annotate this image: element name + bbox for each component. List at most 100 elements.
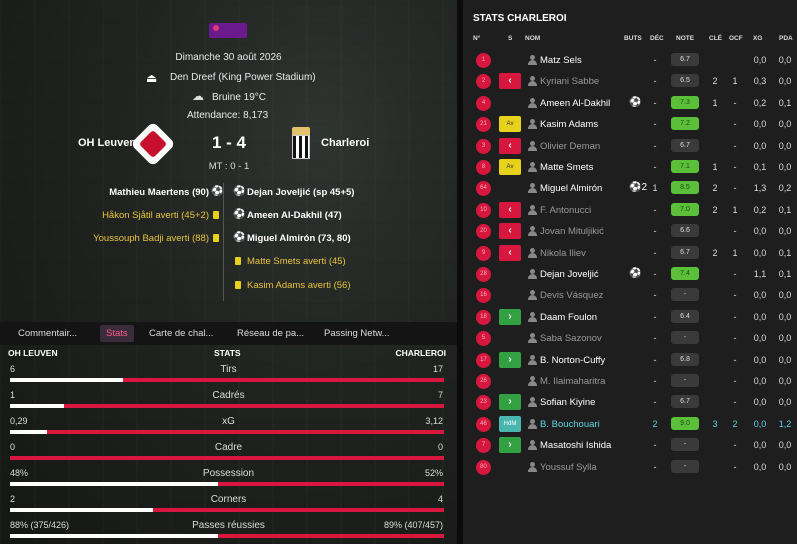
player-row[interactable]: 3 ‹ Olivier Deman - 6.7 - 0,0 0,0	[470, 136, 797, 157]
player-row[interactable]: 23 › Sofian Kiyine - 6.7 - 0,0 0,0	[470, 392, 797, 413]
stat-ocf: -	[733, 397, 737, 408]
tab-stats[interactable]: Stats	[100, 325, 134, 342]
stat-key: 2	[712, 183, 718, 194]
tab-heatmap[interactable]: Carte de chal...	[149, 328, 213, 339]
tab-passing-network-en[interactable]: Passing Netw...	[324, 328, 389, 339]
player-row[interactable]: 8 Av Matte Smets - 7.1 1 - 0,1 0,0	[470, 157, 797, 178]
tab-commentary[interactable]: Commentair...	[18, 328, 77, 339]
player-row[interactable]: 18 › Daam Foulon - 6.4 - 0,0 0,0	[470, 307, 797, 328]
col-pda[interactable]: PDA	[779, 35, 793, 42]
col-number[interactable]: N°	[473, 35, 480, 42]
player-row[interactable]: 28 Dejan Joveljić ⚽ - 7.4 - 1,1 0,1	[470, 264, 797, 285]
player-name[interactable]: Youssuf Sylla	[540, 462, 597, 473]
person-icon	[528, 376, 537, 386]
player-rating: 6.6	[671, 224, 699, 238]
player-name[interactable]: Matz Sels	[540, 55, 582, 66]
player-name[interactable]: Olivier Deman	[540, 141, 600, 152]
player-row[interactable]: 5 Saba Sazonov - - - 0,0 0,0	[470, 328, 797, 349]
player-name[interactable]: B. Bouchouari	[540, 419, 600, 430]
shirt-number: 2	[476, 74, 491, 90]
player-row[interactable]: 7 › Masatoshi Ishida - - - 0,0 0,0	[470, 435, 797, 456]
stat-pda: 0,0	[778, 397, 792, 408]
col-ocf[interactable]: OCF	[729, 35, 743, 42]
stat-label: Corners	[210, 494, 247, 505]
col-key[interactable]: CLÉ	[709, 35, 722, 42]
player-row[interactable]: 9 ‹ Nikola Iliev - 6.7 2 1 0,0 0,1	[470, 243, 797, 264]
stat-dec: -	[653, 333, 657, 344]
player-rating: 6.4	[671, 309, 699, 323]
player-row[interactable]: 16 Devis Vásquez - - - 0,0 0,0	[470, 285, 797, 306]
stat-away-value: 4	[437, 494, 443, 504]
stat-ocf: -	[733, 140, 737, 151]
player-row[interactable]: 21 Av Kasim Adams - 7.2 - 0,0 0,0	[470, 114, 797, 135]
player-name[interactable]: Jovan Mitulјikić	[540, 226, 604, 237]
goal-ball-icon: ⚽	[629, 96, 642, 108]
player-name[interactable]: B. Norton-Cuffy	[540, 355, 605, 366]
stat-dec: -	[653, 290, 657, 301]
player-row[interactable]: 10 ‹ F. Antonucci - 7.0 2 1 0,2 0,1	[470, 200, 797, 221]
player-row[interactable]: 80 Youssuf Sylla - - - 0,0 0,0	[470, 457, 797, 478]
stat-pda: 0,0	[778, 311, 792, 322]
player-name[interactable]: Saba Sazonov	[540, 333, 602, 344]
col-decisive[interactable]: DÉC	[650, 35, 664, 42]
stat-xg: 0,0	[753, 140, 767, 151]
home-team-crest[interactable]	[130, 121, 176, 167]
stat-xg: 0,2	[753, 204, 767, 215]
col-rating[interactable]: NOTE	[676, 35, 694, 42]
col-status[interactable]: S	[508, 35, 512, 42]
stat-bar-home-fill	[10, 430, 47, 434]
player-row[interactable]: 17 › B. Norton-Cuffy - 6.8 - 0,0 0,0	[470, 350, 797, 371]
away-team-name[interactable]: Charleroi	[321, 137, 369, 149]
shirt-number: 17	[476, 352, 491, 368]
player-name[interactable]: Masatoshi Ishida	[540, 440, 611, 451]
player-row[interactable]: 1 Matz Sels - 6.7 0,0 0,0	[470, 50, 797, 71]
stat-pda: 0,0	[778, 162, 792, 172]
col-goals[interactable]: BUTS	[624, 35, 642, 42]
player-name[interactable]: Dejan Joveljić	[540, 269, 599, 280]
stat-pda: 0,0	[778, 376, 792, 386]
stat-key: 3	[712, 418, 718, 429]
player-row[interactable]: 64 Miguel Almirón ⚽2 1 8.5 2 - 1,3 0,2	[470, 178, 797, 199]
subbed-off-icon: ‹	[499, 244, 521, 261]
player-name[interactable]: Ameen Al-Dakhil	[540, 98, 610, 109]
stat-dec: -	[653, 204, 657, 215]
stat-ocf: -	[733, 354, 737, 365]
player-name[interactable]: Sofian Kiyine	[540, 397, 595, 408]
away-team-crest[interactable]	[292, 127, 310, 161]
stat-pda: 0,1	[778, 247, 792, 258]
stat-ocf: 1	[732, 204, 738, 215]
player-row[interactable]: 46 HdM B. Bouchouari 2 9.0 3 2 0,0 1,2	[470, 414, 797, 435]
stat-pda: 0,0	[778, 354, 792, 365]
stat-away-value: 0	[437, 442, 443, 452]
col-name[interactable]: NOM	[525, 35, 540, 42]
stat-bar-home-fill	[10, 404, 65, 408]
player-row[interactable]: 20 ‹ Jovan Mitulјikić - 6.6 - 0,0 0,0	[470, 221, 797, 242]
player-name[interactable]: Kasim Adams	[540, 119, 598, 130]
shirt-number: 1	[476, 53, 491, 68]
stat-xg: 0,0	[753, 354, 767, 365]
goal-ball-icon: ⚽	[629, 268, 642, 279]
player-row[interactable]: 2 ‹ Kyriani Sabbe - 6.5 2 1 0,3 0,0	[470, 71, 797, 92]
player-name[interactable]: M. Ilaimaharitra	[540, 376, 605, 387]
player-name[interactable]: Devis Vásquez	[540, 290, 603, 301]
stat-ocf: -	[733, 333, 737, 344]
yellow-card-icon	[213, 234, 219, 242]
player-row[interactable]: 4 Ameen Al-Dakhil ⚽ -7.3 1-0,2 0,1	[470, 93, 797, 114]
stat-xg: 0,0	[753, 333, 767, 344]
stat-ocf: -	[733, 461, 737, 472]
player-name[interactable]: Nikola Iliev	[540, 248, 586, 259]
stat-dec: -	[653, 226, 657, 237]
player-rating: 6.7	[671, 53, 699, 66]
events-divider	[223, 183, 224, 301]
home-team-name[interactable]: OH Leuven	[78, 137, 136, 149]
player-row[interactable]: 26 M. Ilaimaharitra - - - 0,0 0,0	[470, 371, 797, 392]
stat-xg: 1,3	[753, 183, 767, 194]
player-name[interactable]: Kyriani Sabbe	[540, 76, 599, 87]
stat-dec: -	[653, 461, 657, 472]
player-name[interactable]: F. Antonucci	[540, 205, 591, 216]
player-name[interactable]: Matte Smets	[540, 162, 593, 173]
player-name[interactable]: Daam Foulon	[540, 312, 597, 323]
tab-pass-network[interactable]: Réseau de pa...	[237, 328, 304, 339]
player-name[interactable]: Miguel Almirón	[540, 183, 602, 194]
col-xg[interactable]: XG	[753, 35, 762, 42]
